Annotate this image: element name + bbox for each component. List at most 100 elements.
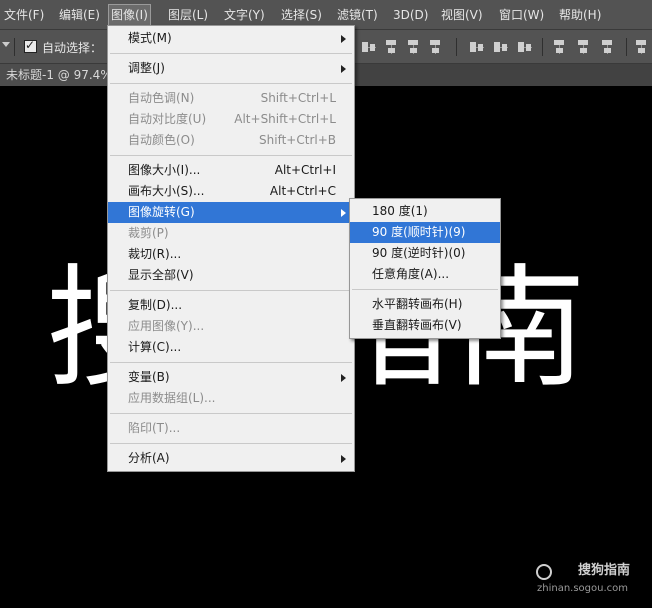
menu-item-label: 应用数据组(L)... <box>128 391 216 405</box>
menu-item-label: 自动对比度(U) <box>128 112 207 126</box>
distribute-top-edges-icon[interactable] <box>470 40 484 54</box>
image-menu-item-17[interactable]: 计算(C)... <box>108 337 354 358</box>
image-menu-item-16: 应用图像(Y)... <box>108 316 354 337</box>
distribute-vertical-centers-icon[interactable] <box>494 40 508 54</box>
menu-item-label: 水平翻转画布(H) <box>372 297 463 311</box>
menu-item-label: 陷印(T)... <box>128 421 181 435</box>
rotate-menu-item-2[interactable]: 90 度(逆时针)(0) <box>350 243 500 264</box>
menubar-item-2[interactable]: 图像(I) <box>108 4 151 26</box>
image-menu-item-15[interactable]: 复制(D)... <box>108 295 354 316</box>
image-menu-item-8[interactable]: 图像大小(I)... Alt+Ctrl+I <box>108 160 354 181</box>
image-menu-dropdown: 模式(M) 调整(J) 自动色调(N) Shift+Ctrl+L 自动对比度(U) Alt… <box>107 25 355 472</box>
align-right-edges-icon[interactable] <box>428 40 442 54</box>
menubar-item-1[interactable]: 编辑(E) <box>57 4 102 26</box>
distribute-horizontal-centers-icon[interactable] <box>576 40 590 54</box>
menu-item-shortcut: Alt+Shift+Ctrl+L <box>234 112 336 126</box>
menubar-item-8[interactable]: 视图(V) <box>439 4 485 26</box>
submenu-arrow-icon <box>341 209 346 217</box>
image-menu-item-0[interactable]: 模式(M) <box>108 28 354 49</box>
menubar-item-4[interactable]: 文字(Y) <box>222 4 267 26</box>
image-menu-item-6: 自动颜色(O) Shift+Ctrl+B <box>108 130 354 151</box>
menu-separator <box>110 290 352 291</box>
menubar-item-5[interactable]: 选择(S) <box>279 4 324 26</box>
distribute-left-edges-icon[interactable] <box>552 40 566 54</box>
menu-separator <box>110 53 352 54</box>
menubar-item-3[interactable]: 图层(L) <box>166 4 210 26</box>
image-menu-item-12[interactable]: 裁切(R)... <box>108 244 354 265</box>
menu-item-shortcut: Shift+Ctrl+L <box>260 91 336 105</box>
image-menu-item-4: 自动色调(N) Shift+Ctrl+L <box>108 88 354 109</box>
watermark-url: zhinan.sogou.com <box>536 583 628 594</box>
menu-separator <box>110 362 352 363</box>
menubar-item-7[interactable]: 3D(D) <box>391 4 430 26</box>
menu-separator <box>110 413 352 414</box>
distribute-bottom-edges-icon[interactable] <box>518 40 532 54</box>
submenu-arrow-icon <box>341 374 346 382</box>
image-menu-item-13[interactable]: 显示全部(V) <box>108 265 354 286</box>
menubar-item-9[interactable]: 窗口(W) <box>497 4 546 26</box>
menu-item-shortcut: Shift+Ctrl+B <box>259 133 336 147</box>
auto-select-label: 自动选择： <box>42 41 103 55</box>
image-menu-item-10[interactable]: 图像旋转(G) <box>108 202 354 223</box>
rotate-menu-item-5[interactable]: 水平翻转画布(H) <box>350 294 500 315</box>
menu-item-label: 变量(B) <box>128 370 170 384</box>
menu-item-label: 调整(J) <box>128 61 165 75</box>
watermark-brand: 搜狗指南 <box>577 563 630 578</box>
options-divider <box>542 38 543 56</box>
rotate-menu-item-0[interactable]: 180 度(1) <box>350 201 500 222</box>
menu-item-label: 180 度(1) <box>372 204 428 218</box>
image-menu-item-9[interactable]: 画布大小(S)... Alt+Ctrl+C <box>108 181 354 202</box>
tool-preset-chevron-down-icon[interactable] <box>2 42 10 47</box>
options-divider <box>456 38 457 56</box>
menu-item-label: 模式(M) <box>128 31 172 45</box>
menu-item-label: 自动颜色(O) <box>128 133 195 147</box>
menubar-item-0[interactable]: 文件(F) <box>2 4 46 26</box>
image-rotation-submenu: 180 度(1) 90 度(顺时针)(9) 90 度(逆时针)(0) 任意角度(A).… <box>349 198 501 339</box>
menu-separator <box>110 443 352 444</box>
menu-item-label: 裁切(R)... <box>128 247 182 261</box>
menu-item-label: 裁剪(P) <box>128 226 169 240</box>
distribute-right-edges-icon[interactable] <box>600 40 614 54</box>
image-menu-item-5: 自动对比度(U) Alt+Shift+Ctrl+L <box>108 109 354 130</box>
document-tab[interactable]: 未标题-1 @ 97.4% <box>0 64 120 86</box>
image-menu-item-22: 陷印(T)... <box>108 418 354 439</box>
submenu-arrow-icon <box>341 65 346 73</box>
options-divider <box>14 38 15 56</box>
menu-item-label: 图像旋转(G) <box>128 205 195 219</box>
align-horizontal-centers-icon[interactable] <box>406 40 420 54</box>
sogou-logo-icon <box>536 564 552 580</box>
menu-separator <box>352 289 498 290</box>
menu-item-label: 应用图像(Y)... <box>128 319 205 333</box>
menu-item-shortcut: Alt+Ctrl+I <box>274 163 336 177</box>
menubar-item-6[interactable]: 滤镜(T) <box>335 4 380 26</box>
align-left-edges-icon[interactable] <box>384 40 398 54</box>
menu-item-shortcut: Alt+Ctrl+C <box>269 184 336 198</box>
menu-item-label: 画布大小(S)... <box>128 184 205 198</box>
auto-select-checkbox[interactable] <box>24 38 37 53</box>
submenu-arrow-icon <box>341 455 346 463</box>
menu-separator <box>110 155 352 156</box>
menu-item-label: 显示全部(V) <box>128 268 194 282</box>
options-divider <box>626 38 627 56</box>
image-menu-item-11: 裁剪(P) <box>108 223 354 244</box>
menu-item-label: 垂直翻转画布(V) <box>372 318 462 332</box>
auto-align-layers-icon[interactable] <box>634 40 648 54</box>
menu-separator <box>110 83 352 84</box>
image-menu-item-19[interactable]: 变量(B) <box>108 367 354 388</box>
rotate-menu-item-1[interactable]: 90 度(顺时针)(9) <box>350 222 500 243</box>
image-menu-item-2[interactable]: 调整(J) <box>108 58 354 79</box>
rotate-menu-item-3[interactable]: 任意角度(A)... <box>350 264 500 285</box>
image-menu-item-20: 应用数据组(L)... <box>108 388 354 409</box>
menu-item-label: 自动色调(N) <box>128 91 195 105</box>
align-top-edges-icon[interactable] <box>362 40 376 54</box>
menubar-item-10[interactable]: 帮助(H) <box>557 4 603 26</box>
menu-item-label: 分析(A) <box>128 451 170 465</box>
submenu-arrow-icon <box>341 35 346 43</box>
menu-item-label: 复制(D)... <box>128 298 183 312</box>
rotate-menu-item-6[interactable]: 垂直翻转画布(V) <box>350 315 500 336</box>
menu-item-label: 90 度(顺时针)(9) <box>372 225 466 239</box>
menu-item-label: 90 度(逆时针)(0) <box>372 246 466 260</box>
image-menu-item-24[interactable]: 分析(A) <box>108 448 354 469</box>
menu-item-label: 图像大小(I)... <box>128 163 201 177</box>
menu-item-label: 计算(C)... <box>128 340 182 354</box>
